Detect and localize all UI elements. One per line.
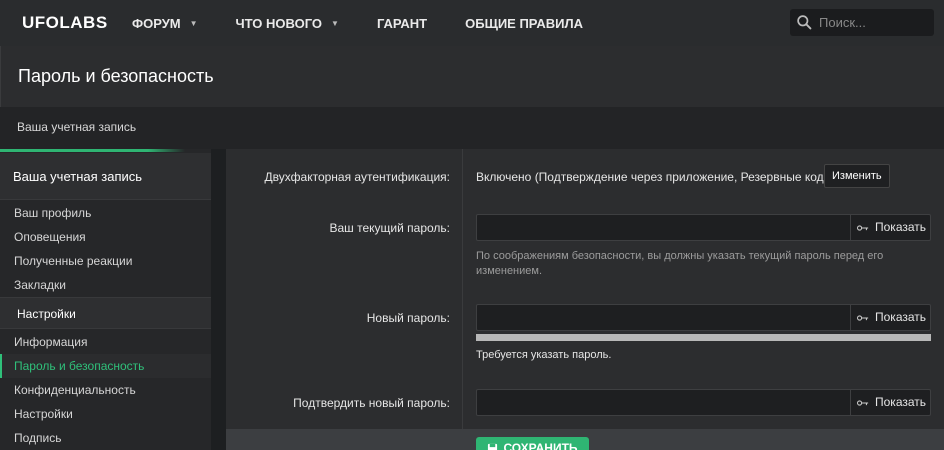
save-icon [488,443,498,450]
search-icon [797,15,812,30]
page-title: Пароль и безопасность [18,66,214,86]
show-label: Показать [875,395,927,409]
key-icon [857,314,869,321]
two-factor-label: Двухфакторная аутентификация: [264,170,450,184]
breadcrumb-item[interactable]: Ваша учетная запись [17,120,136,134]
confirm-password-field[interactable]: Показать [476,389,931,416]
nav-label: ЧТО НОВОГО [235,15,323,31]
nav-item-forum[interactable]: ФОРУМ ▼ [132,16,198,31]
current-password-hint: По соображениям безопасности, вы должны … [476,250,884,277]
confirm-password-input[interactable] [477,390,851,415]
sidebar-item-bookmarks[interactable]: Закладки [0,273,211,297]
nav-item-whats-new[interactable]: ЧТО НОВОГО ▼ [236,16,339,31]
show-current-password-button[interactable]: Показать [850,215,930,240]
breadcrumb: Ваша учетная запись [0,107,944,149]
current-password-field[interactable]: Показать [476,214,931,241]
confirm-password-label: Подтвердить новый пароль: [293,396,450,410]
show-label: Показать [875,220,927,234]
sidebar-accent-line [0,149,185,152]
change-two-factor-button[interactable]: Изменить [824,164,890,188]
nav-label: ГАРАНТ [376,15,428,31]
sidebar-item-reactions[interactable]: Полученные реакции [0,249,211,273]
chevron-down-icon[interactable]: ▼ [331,19,339,28]
current-password-label: Ваш текущий пароль: [329,221,450,235]
site-logo[interactable]: UFOLABS [22,13,132,33]
page-header: Пароль и безопасность [0,46,944,107]
account-sidebar: Ваша учетная запись Ваш профиль Оповещен… [0,149,211,450]
new-password-field[interactable]: Показать [476,304,931,331]
top-navigation: UFOLABS ФОРУМ ▼ ЧТО НОВОГО ▼ ГАРАНТ ОБЩИЕ … [0,0,944,46]
chevron-down-icon[interactable]: ▼ [190,19,198,28]
new-password-input[interactable] [477,305,851,330]
sidebar-section-settings: Настройки [0,297,211,329]
search-input[interactable] [819,15,929,30]
password-required-message: Требуется указать пароль. [476,349,612,361]
show-confirm-password-button[interactable]: Показать [850,390,930,415]
sidebar-item-profile[interactable]: Ваш профиль [0,201,211,225]
nav-label: ОБЩИЕ ПРАВИЛА [465,15,583,31]
nav-item-rules[interactable]: ОБЩИЕ ПРАВИЛА [465,16,583,31]
nav-label: ФОРУМ [132,15,181,31]
form-label-column [226,149,463,429]
search-box[interactable] [790,9,934,36]
nav-item-guarantor[interactable]: ГАРАНТ [377,16,427,31]
save-button-label: Сохранить [503,441,578,450]
password-security-form: Двухфакторная аутентификация: Включено (… [226,149,944,450]
current-password-input[interactable] [477,215,851,240]
password-strength-meter [476,334,931,341]
new-password-label: Новый пароль: [366,311,450,325]
sidebar-header: Ваша учетная запись [0,153,211,200]
sidebar-item-alerts[interactable]: Оповещения [0,225,211,249]
sidebar-item-information[interactable]: Информация [0,330,211,354]
show-label: Показать [875,310,927,324]
sidebar-header-label: Ваша учетная запись [13,169,143,184]
show-new-password-button[interactable]: Показать [850,305,930,330]
save-button[interactable]: Сохранить [476,437,589,450]
key-icon [857,399,869,406]
sidebar-item-signature[interactable]: Подпись [0,426,211,450]
sidebar-item-privacy[interactable]: Конфиденциальность [0,378,211,402]
sidebar-item-preferences[interactable]: Настройки [0,402,211,426]
key-icon [857,224,869,231]
sidebar-section-label: Настройки [17,307,76,321]
two-factor-status: Включено (Подтверждение через приложение… [476,170,837,184]
sidebar-item-password-security[interactable]: Пароль и безопасность [0,354,211,378]
